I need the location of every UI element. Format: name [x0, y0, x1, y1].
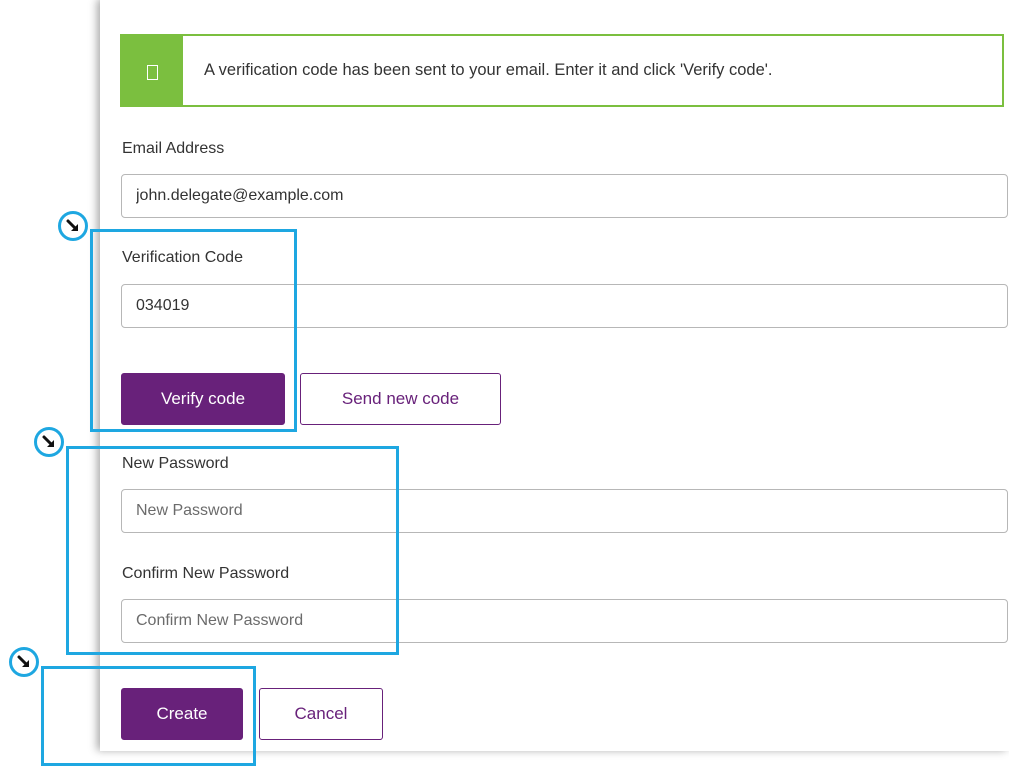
create-button[interactable]: Create	[121, 688, 243, 740]
callout-badge-actions	[9, 647, 39, 677]
confirm-password-field[interactable]	[121, 599, 1008, 643]
new-password-label: New Password	[122, 455, 229, 472]
verify-code-button[interactable]: Verify code	[121, 373, 285, 425]
alert-stripe	[122, 36, 183, 105]
callout-badge-passwords	[34, 427, 64, 457]
arrow-down-right-icon	[42, 435, 54, 447]
info-square-icon	[147, 65, 158, 80]
arrow-down-right-icon	[17, 655, 29, 667]
email-field[interactable]	[121, 174, 1008, 218]
verification-alert: A verification code has been sent to you…	[120, 34, 1004, 107]
send-new-code-button[interactable]: Send new code	[300, 373, 501, 425]
arrow-down-right-icon	[66, 219, 78, 231]
verification-code-label: Verification Code	[122, 249, 243, 266]
confirm-password-label: Confirm New Password	[122, 565, 290, 582]
new-password-field[interactable]	[121, 489, 1008, 533]
email-label: Email Address	[122, 140, 225, 157]
verification-code-field[interactable]	[121, 284, 1008, 328]
alert-message: A verification code has been sent to you…	[204, 61, 773, 79]
callout-badge-verification	[58, 211, 88, 241]
cancel-button[interactable]: Cancel	[259, 688, 383, 740]
